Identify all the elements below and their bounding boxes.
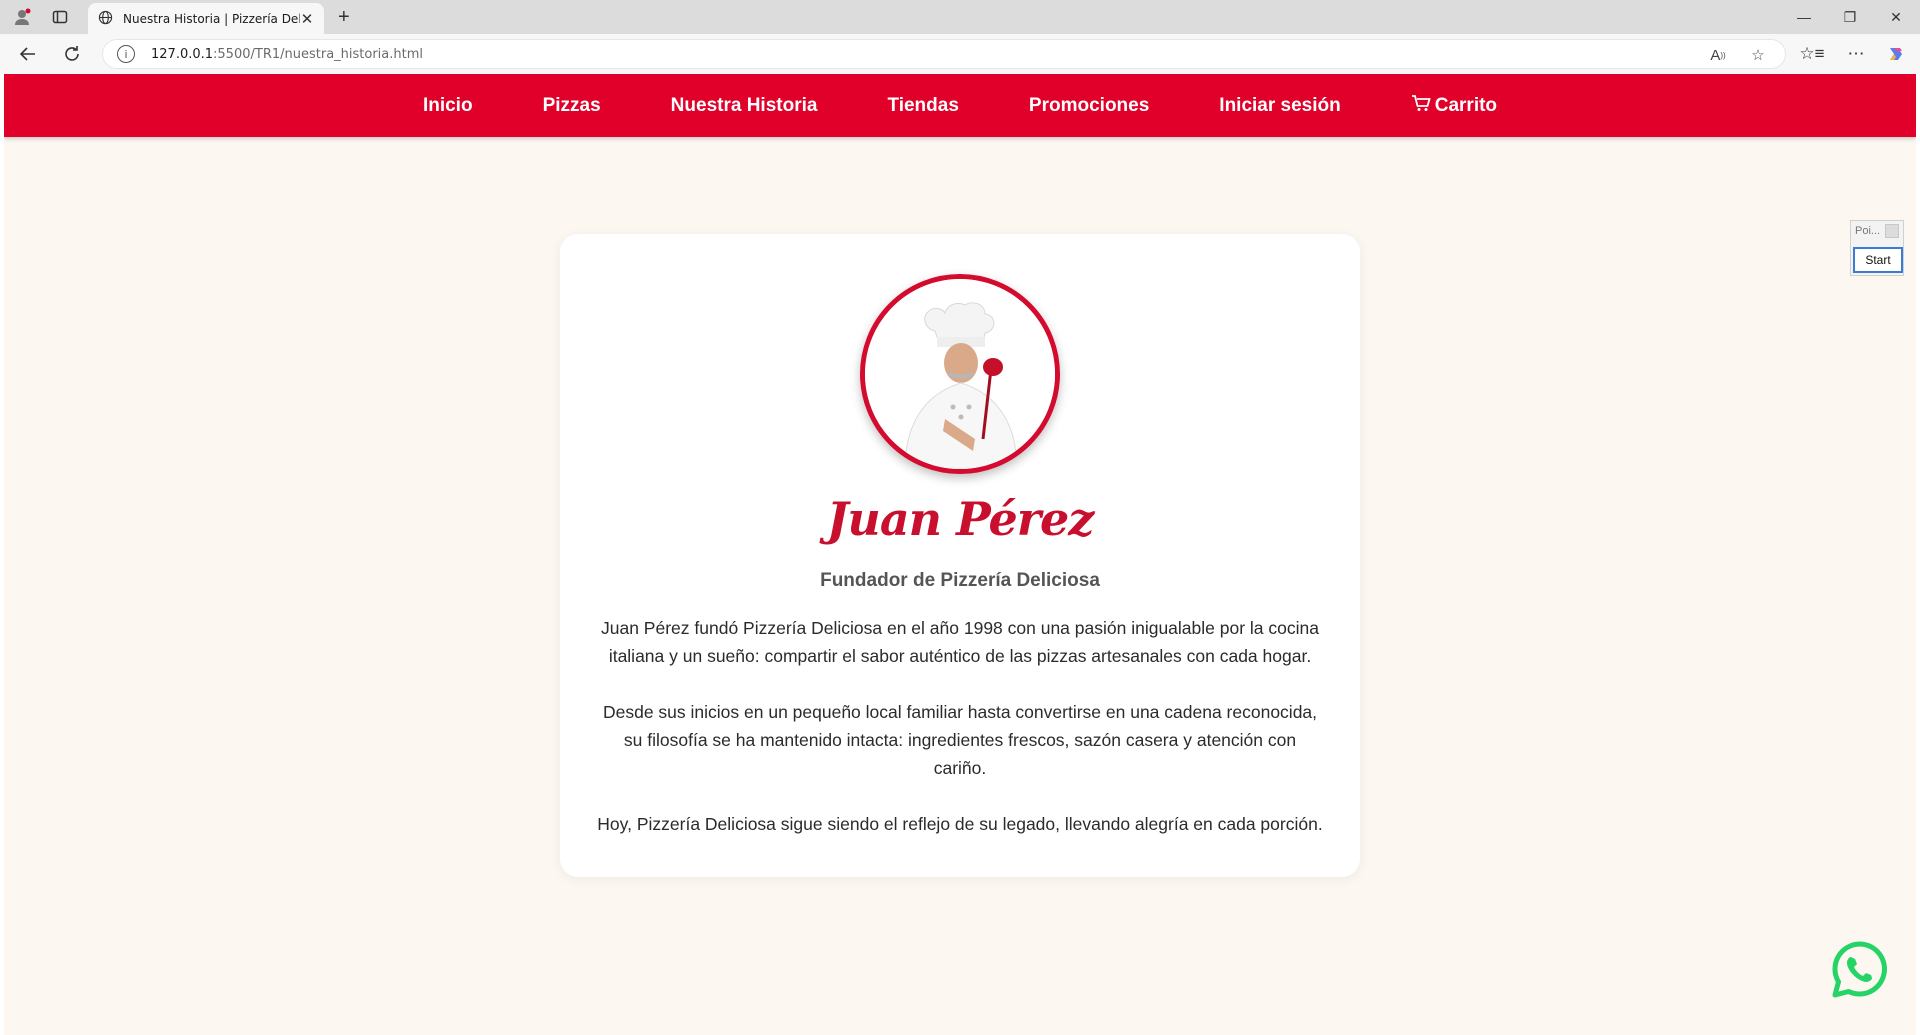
whatsapp-icon[interactable] xyxy=(1830,940,1890,1000)
tab-actions-icon[interactable] xyxy=(46,0,74,34)
founder-bio: Juan Pérez fundó Pizzería Deliciosa en e… xyxy=(596,614,1324,866)
favorites-icon[interactable]: ☆≡ xyxy=(1794,34,1830,74)
nav-nuestra-historia[interactable]: Nuestra Historia xyxy=(636,95,853,117)
back-icon[interactable] xyxy=(10,34,46,74)
extension-widget-title: Poi... xyxy=(1855,225,1881,237)
cart-icon xyxy=(1411,94,1435,118)
restore-icon[interactable]: ❐ xyxy=(1828,0,1872,34)
nav-tiendas[interactable]: Tiendas xyxy=(852,95,993,117)
nav-inicio[interactable]: Inicio xyxy=(388,95,508,117)
founder-card: Juan Pérez Fundador de Pizzería Delicios… xyxy=(560,234,1360,877)
bio-paragraph: Juan Pérez fundó Pizzería Deliciosa en e… xyxy=(601,618,1319,666)
close-tab-icon[interactable]: ✕ xyxy=(300,10,314,28)
reload-icon[interactable] xyxy=(54,34,90,74)
browser-toolbar: i 127.0.0.1:5500/TR1/nuestra_historia.ht… xyxy=(0,34,1920,74)
more-menu-icon[interactable]: ⋯ xyxy=(1838,34,1874,74)
nav-pizzas[interactable]: Pizzas xyxy=(508,95,636,117)
bio-paragraph: Hoy, Pizzería Deliciosa sigue siendo el … xyxy=(597,814,1323,834)
minimize-icon[interactable]: — xyxy=(1782,0,1826,34)
bio-paragraph: Desde sus inicios en un pequeño local fa… xyxy=(602,702,1318,778)
window-close-icon[interactable]: ✕ xyxy=(1874,0,1918,34)
extension-close-icon[interactable] xyxy=(1885,224,1899,238)
tab-title: Nuestra Historia | Pizzería Deliciosa xyxy=(123,11,300,26)
address-bar[interactable]: i 127.0.0.1:5500/TR1/nuestra_historia.ht… xyxy=(102,39,1786,69)
founder-role: Fundador de Pizzería Deliciosa xyxy=(820,570,1100,591)
browser-tab-bar: Nuestra Historia | Pizzería Deliciosa ✕ … xyxy=(0,0,1920,34)
extension-start-button[interactable]: Start xyxy=(1853,247,1903,273)
page-viewport: Inicio Pizzas Nuestra Historia Tiendas P… xyxy=(4,74,1916,1035)
founder-name: Juan Pérez xyxy=(826,492,1095,546)
nav-promociones[interactable]: Promociones xyxy=(994,95,1184,117)
nav-carrito[interactable]: Carrito xyxy=(1376,94,1532,118)
extension-widget: Poi... Start xyxy=(1850,220,1904,276)
cart-label: Carrito xyxy=(1434,94,1498,116)
browser-tab[interactable]: Nuestra Historia | Pizzería Deliciosa ✕ xyxy=(88,3,324,34)
copilot-icon[interactable] xyxy=(1878,34,1914,74)
read-aloud-icon[interactable]: A)) xyxy=(1703,40,1733,70)
url-text: 127.0.0.1:5500/TR1/nuestra_historia.html xyxy=(151,46,423,62)
new-tab-icon[interactable]: + xyxy=(338,0,350,34)
globe-icon xyxy=(98,10,113,28)
founder-photo xyxy=(860,274,1060,474)
main-nav: Inicio Pizzas Nuestra Historia Tiendas P… xyxy=(4,74,1916,137)
profile-icon[interactable] xyxy=(8,0,36,34)
favorite-star-icon[interactable]: ☆ xyxy=(1743,40,1773,70)
nav-iniciar-sesion[interactable]: Iniciar sesión xyxy=(1184,95,1375,117)
site-info-icon[interactable]: i xyxy=(117,45,135,63)
